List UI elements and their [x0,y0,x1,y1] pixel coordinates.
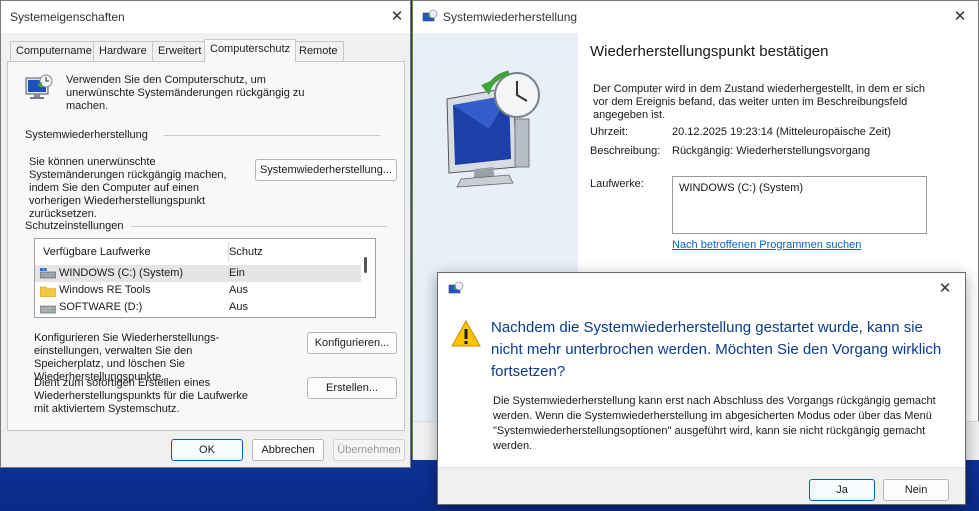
close-icon[interactable]: ✕ [950,7,970,27]
drive-status: Aus [229,284,248,296]
restore-heading: Wiederherstellungspunkt bestätigen [590,43,829,60]
description-value: Rückgängig: Wiederherstellungsvorgang [672,145,871,157]
system-drive-icon [39,268,57,279]
system-restore-button[interactable]: Systemwiederherstellung... [255,159,397,181]
column-header-protection[interactable]: Schutz [229,246,263,259]
folder-icon [39,285,57,298]
computerschutz-panel: Verwenden Sie den Computerschutz, um une… [7,61,405,431]
window-title: Systemwiederherstellung [443,10,578,24]
drive-icon [39,303,57,314]
tab-hardware[interactable]: Hardware [93,41,153,61]
window-title: Systemeigenschaften [10,10,125,24]
system-restore-icon [422,9,438,25]
system-properties-window: Systemeigenschaften ✕ Computername Hardw… [0,0,411,468]
restore-description: Der Computer wird in dem Zustand wiederh… [593,83,925,121]
computer-protection-icon [23,72,55,104]
system-properties-titlebar[interactable]: Systemeigenschaften ✕ [1,1,410,33]
tab-erweitert[interactable]: Erweitert [152,41,208,61]
create-button[interactable]: Erstellen... [307,377,397,399]
create-description: Dient zum sofortigen Erstellen eines Wie… [34,377,249,415]
intro-text: Verwenden Sie den Computerschutz, um une… [66,74,305,112]
drive-status: Ein [229,267,245,279]
ok-button[interactable]: OK [171,439,243,461]
no-button[interactable]: Nein [883,479,949,501]
restore-graphic-icon [439,69,549,189]
confirm-dialog: ✕ Nachdem die Systemwiederherstellung ge… [437,272,966,505]
confirm-main-instruction: Nachdem die Systemwiederherstellung gest… [491,319,942,380]
column-header-drives[interactable]: Verfügbare Laufwerke [43,246,151,259]
cancel-button[interactable]: Abbrechen [252,439,324,461]
tab-remote[interactable]: Remote [293,41,344,61]
apply-button[interactable]: Übernehmen [333,439,405,461]
section-divider [164,135,380,136]
drives-label: Laufwerke: [590,178,644,190]
drives-box: WINDOWS (C:) (System) [672,176,927,234]
time-label: Uhrzeit: [590,126,628,138]
drives-value: WINDOWS (C:) (System) [679,182,804,194]
close-icon[interactable]: ✕ [387,7,407,27]
restore-section-label: Systemwiederherstellung [25,129,148,141]
drive-row[interactable]: SOFTWARE (D:) Aus [35,299,361,316]
configure-button[interactable]: Konfigurieren... [307,332,397,354]
time-value: 20.12.2025 19:23:14 (Mitteleuropäische Z… [672,126,891,138]
confirm-titlebar[interactable]: ✕ [438,273,965,305]
restore-description: Sie können unerwünschte Systemänderungen… [29,156,227,220]
system-restore-titlebar[interactable]: Systemwiederherstellung ✕ [413,1,978,33]
drive-name: Windows RE Tools [59,284,151,296]
affected-programs-link[interactable]: Nach betroffenen Programmen suchen [672,239,861,252]
close-icon[interactable]: ✕ [935,279,955,299]
yes-button[interactable]: Ja [809,479,875,501]
drive-name: WINDOWS (C:) (System) [59,267,184,279]
drive-row[interactable]: Windows RE Tools Aus [35,282,361,299]
warning-icon [451,319,481,348]
section-divider [131,226,387,227]
drive-status: Aus [229,301,248,313]
tab-computerschutz[interactable]: Computerschutz [204,39,297,62]
protection-section-label: Schutzeinstellungen [25,220,124,232]
drive-name: SOFTWARE (D:) [59,301,143,313]
system-restore-icon [448,281,464,297]
tab-computername[interactable]: Computername [10,41,98,61]
confirm-detail-text: Die Systemwiederherstellung kann erst na… [493,395,936,452]
column-separator [228,242,229,262]
list-scrollbar[interactable] [364,257,367,273]
drive-row[interactable]: WINDOWS (C:) (System) Ein [35,265,361,282]
drives-list[interactable]: Verfügbare Laufwerke Schutz WINDOWS (C:)… [34,238,376,318]
description-label: Beschreibung: [590,145,661,157]
